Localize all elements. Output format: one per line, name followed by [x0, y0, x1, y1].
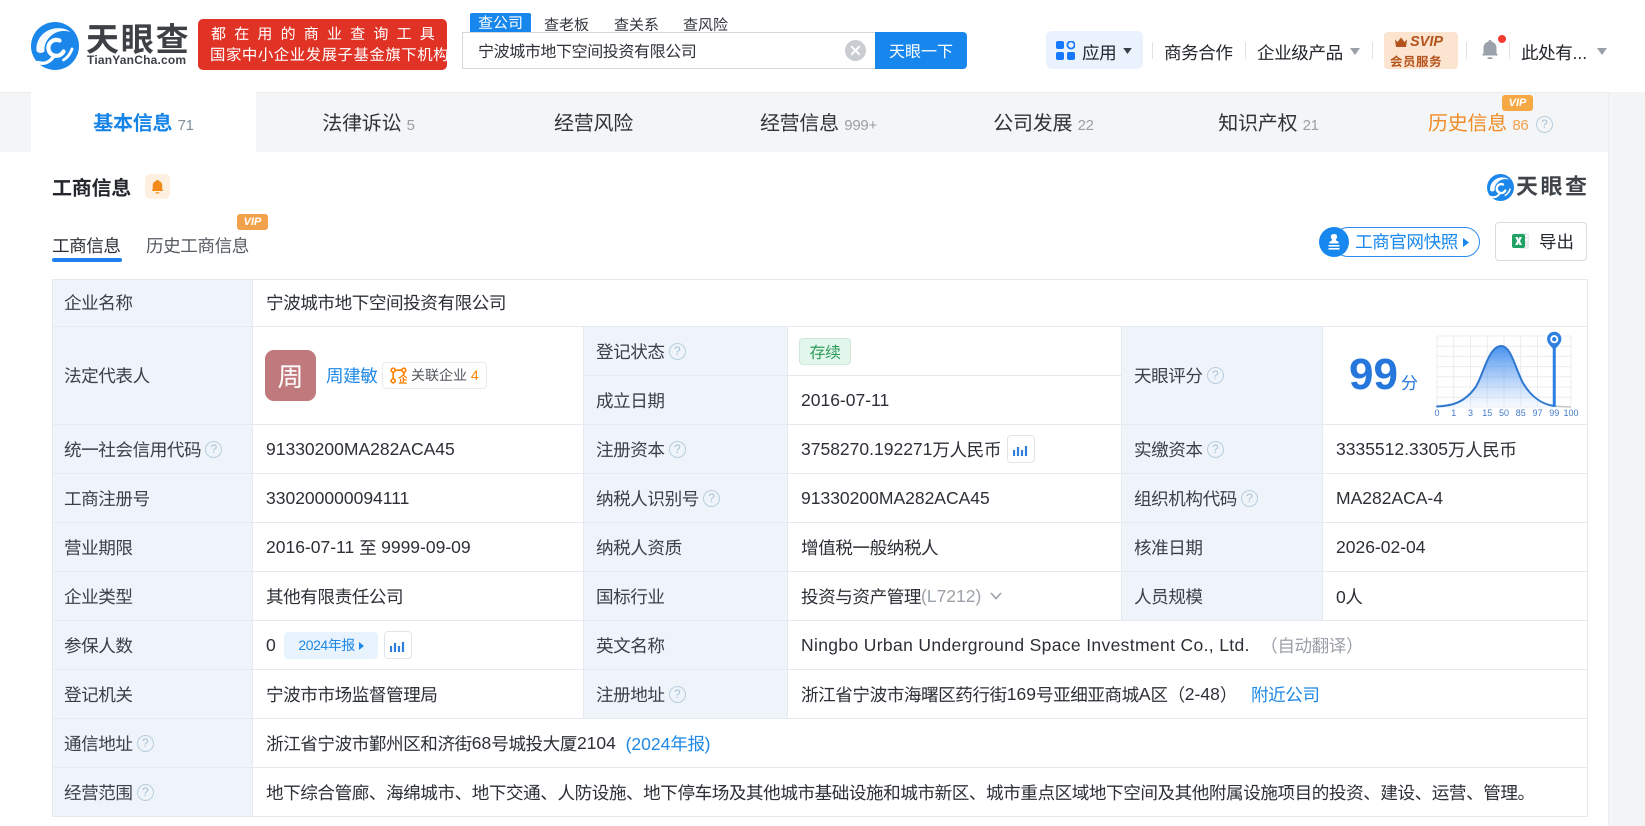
svg-text:100: 100	[1563, 408, 1578, 418]
svg-text:企: 企	[398, 372, 407, 384]
svg-text:85: 85	[1516, 408, 1526, 418]
svg-text:99: 99	[1549, 408, 1559, 418]
svg-text:97: 97	[1532, 408, 1542, 418]
svg-text:3: 3	[1468, 408, 1473, 418]
svg-text:15: 15	[1482, 408, 1492, 418]
svg-text:1: 1	[1451, 408, 1456, 418]
svg-text:0: 0	[1434, 408, 1439, 418]
svg-text:50: 50	[1499, 408, 1509, 418]
